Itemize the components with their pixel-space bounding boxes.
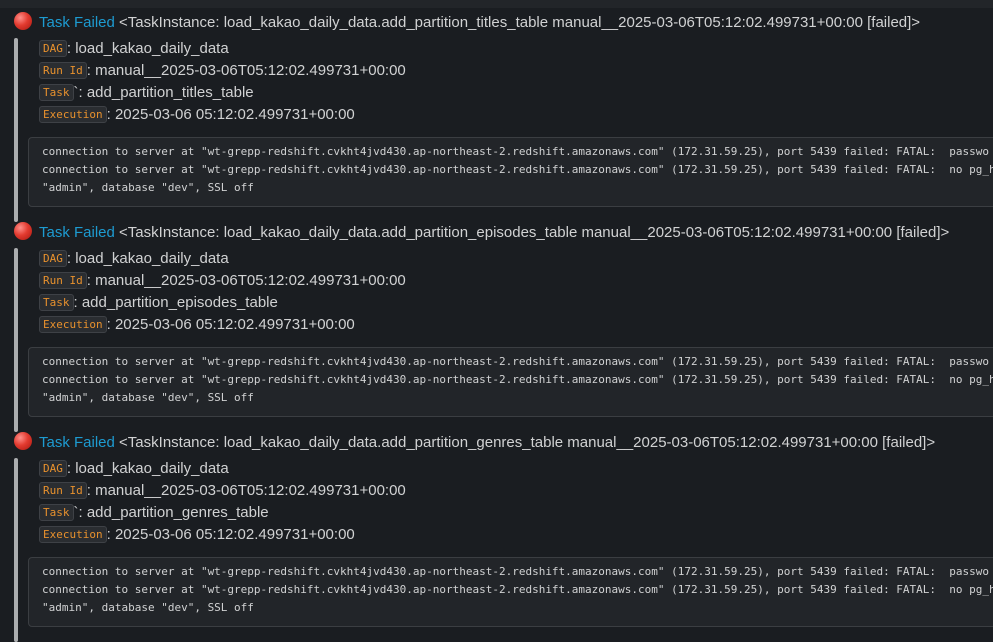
run-id-value: manual__2025-03-06T05:12:02.499731+00:00 <box>95 482 406 499</box>
field-separator: : <box>66 250 76 267</box>
field-separator: `: <box>73 84 87 101</box>
run-id-value: manual__2025-03-06T05:12:02.499731+00:00 <box>95 272 406 289</box>
task-instance-text: <TaskInstance: load_kakao_daily_data.add… <box>119 14 921 31</box>
field-separator: : <box>106 106 115 123</box>
execution-value: 2025-03-06 05:12:02.499731+00:00 <box>114 106 355 123</box>
field-execution: Execution: 2025-03-06 05:12:02.499731+00… <box>39 314 406 336</box>
dag-tag: DAG <box>39 40 67 57</box>
field-task: Task `: add_partition_titles_table <box>39 82 406 104</box>
task-tag: Task <box>39 84 74 101</box>
field-run-id: Run Id: manual__2025-03-06T05:12:02.4997… <box>39 270 406 292</box>
field-run-id: Run Id: manual__2025-03-06T05:12:02.4997… <box>39 60 406 82</box>
field-execution: Execution: 2025-03-06 05:12:02.499731+00… <box>39 104 406 126</box>
red-circle-icon <box>14 12 32 30</box>
task-instance-text: <TaskInstance: load_kakao_daily_data.add… <box>119 434 936 451</box>
task-tag: Task <box>39 504 74 521</box>
field-execution: Execution: 2025-03-06 05:12:02.499731+00… <box>39 524 406 546</box>
code-line: connection to server at "wt-grepp-redshi… <box>42 163 993 176</box>
field-task: Task: add_partition_episodes_table <box>39 292 406 314</box>
task-instance-text: <TaskInstance: load_kakao_daily_data.add… <box>119 224 950 241</box>
task-value: add_partition_episodes_table <box>81 294 278 311</box>
execution-tag: Execution <box>39 106 107 123</box>
field-separator: : <box>73 294 82 311</box>
field-list: DAG: load_kakao_daily_data Run Id: manua… <box>39 248 406 336</box>
code-line: connection to server at "wt-grepp-redshi… <box>42 373 993 386</box>
code-line: connection to server at "wt-grepp-redshi… <box>42 355 990 368</box>
dag-value: load_kakao_daily_data <box>75 40 229 57</box>
message-header: Task Failed <TaskInstance: load_kakao_da… <box>14 432 935 454</box>
dag-value: load_kakao_daily_data <box>75 460 229 477</box>
execution-value: 2025-03-06 05:12:02.499731+00:00 <box>114 526 355 543</box>
field-separator: : <box>86 62 96 79</box>
field-list: DAG: load_kakao_daily_data Run Id: manua… <box>39 458 406 546</box>
execution-tag: Execution <box>39 526 107 543</box>
code-line: connection to server at "wt-grepp-redshi… <box>42 145 990 158</box>
dag-value: load_kakao_daily_data <box>75 250 229 267</box>
task-failed-link[interactable]: Task Failed <box>39 14 115 31</box>
field-run-id: Run Id: manual__2025-03-06T05:12:02.4997… <box>39 480 406 502</box>
run-id-value: manual__2025-03-06T05:12:02.499731+00:00 <box>95 62 406 79</box>
field-separator: : <box>106 316 115 333</box>
dag-tag: DAG <box>39 250 67 267</box>
message: Task Failed <TaskInstance: load_kakao_da… <box>14 12 993 222</box>
error-code-block[interactable]: connection to server at "wt-grepp-redshi… <box>28 137 993 207</box>
field-list: DAG: load_kakao_daily_data Run Id: manua… <box>39 38 406 126</box>
field-dag: DAG: load_kakao_daily_data <box>39 38 406 60</box>
field-separator: : <box>86 272 96 289</box>
field-separator: : <box>66 40 76 57</box>
task-tag: Task <box>39 294 74 311</box>
task-value: add_partition_genres_table <box>86 504 269 521</box>
execution-tag: Execution <box>39 316 107 333</box>
message: Task Failed <TaskInstance: load_kakao_da… <box>14 432 993 642</box>
quote-bar <box>14 248 18 432</box>
field-task: Task `: add_partition_genres_table <box>39 502 406 524</box>
quote-bar <box>14 458 18 642</box>
code-line: connection to server at "wt-grepp-redshi… <box>42 583 993 596</box>
dag-tag: DAG <box>39 460 67 477</box>
task-failed-link[interactable]: Task Failed <box>39 224 115 241</box>
red-circle-icon <box>14 222 32 240</box>
message-header: Task Failed <TaskInstance: load_kakao_da… <box>14 12 920 34</box>
task-failed-link[interactable]: Task Failed <box>39 434 115 451</box>
code-line: "admin", database "dev", SSL off <box>42 391 254 404</box>
run-id-tag: Run Id <box>39 62 87 79</box>
field-separator: : <box>66 460 76 477</box>
code-line: "admin", database "dev", SSL off <box>42 181 254 194</box>
field-dag: DAG: load_kakao_daily_data <box>39 458 406 480</box>
error-code-block[interactable]: connection to server at "wt-grepp-redshi… <box>28 347 993 417</box>
execution-value: 2025-03-06 05:12:02.499731+00:00 <box>114 316 355 333</box>
code-line: "admin", database "dev", SSL off <box>42 601 254 614</box>
field-separator: `: <box>73 504 87 521</box>
run-id-tag: Run Id <box>39 482 87 499</box>
red-circle-icon <box>14 432 32 450</box>
message-feed: Task Failed <TaskInstance: load_kakao_da… <box>0 0 993 642</box>
field-dag: DAG: load_kakao_daily_data <box>39 248 406 270</box>
task-value: add_partition_titles_table <box>86 84 254 101</box>
field-separator: : <box>86 482 96 499</box>
message-header: Task Failed <TaskInstance: load_kakao_da… <box>14 222 949 244</box>
error-code-block[interactable]: connection to server at "wt-grepp-redshi… <box>28 557 993 627</box>
field-separator: : <box>106 526 115 543</box>
code-line: connection to server at "wt-grepp-redshi… <box>42 565 990 578</box>
run-id-tag: Run Id <box>39 272 87 289</box>
message: Task Failed <TaskInstance: load_kakao_da… <box>14 222 993 432</box>
quote-bar <box>14 38 18 222</box>
